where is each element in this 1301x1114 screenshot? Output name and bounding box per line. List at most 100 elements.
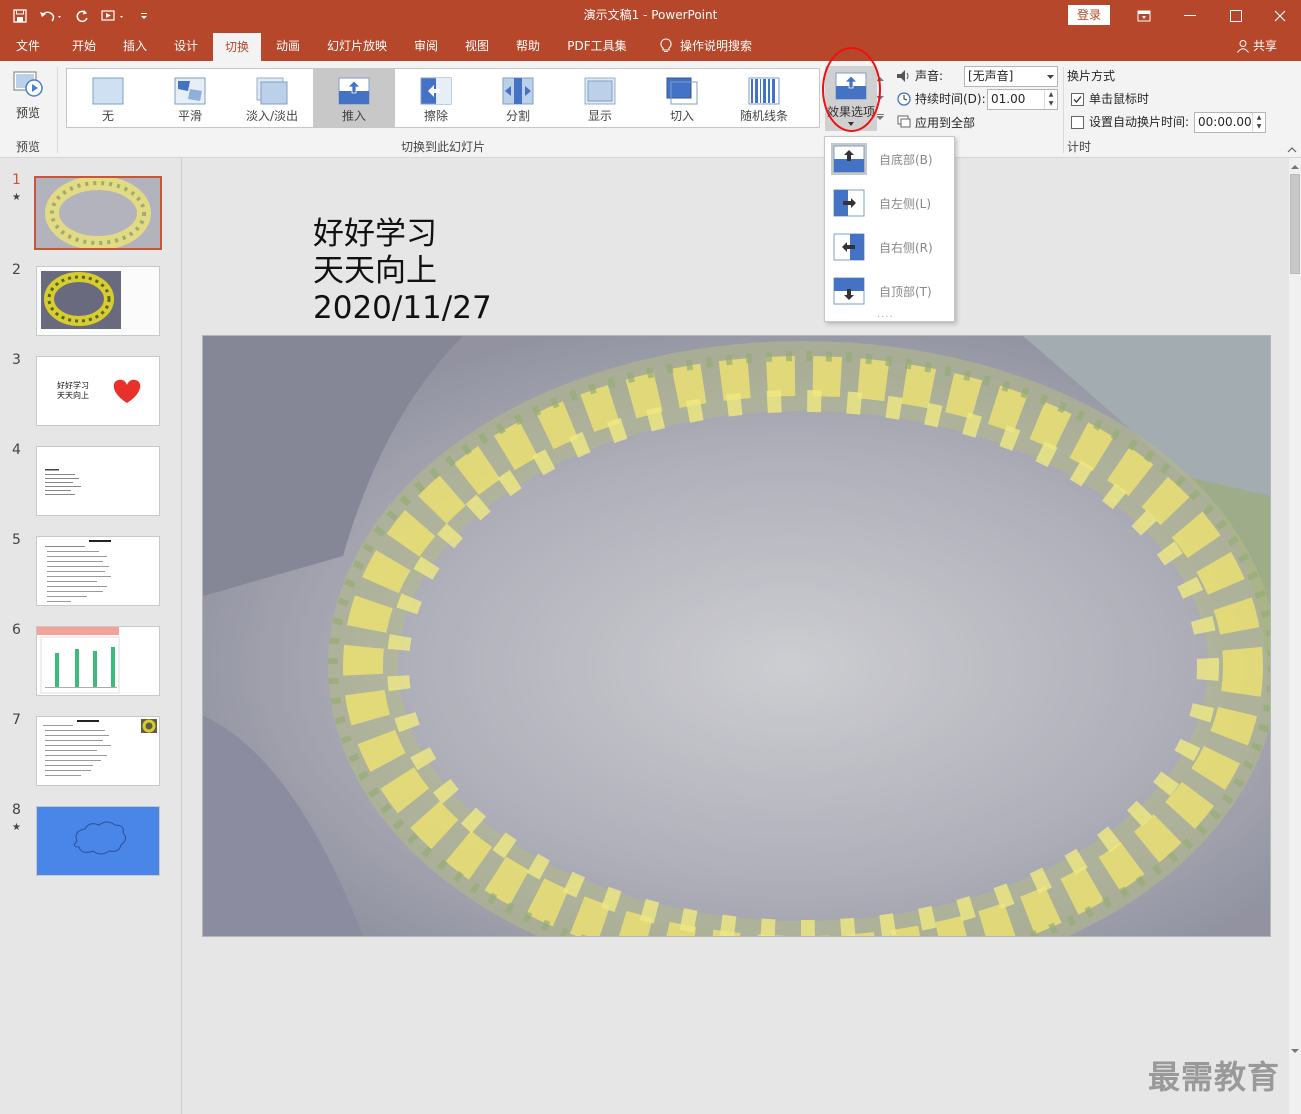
login-button[interactable]: 登录 [1068,5,1110,25]
slide-number: 1 [12,172,21,188]
redo-icon[interactable] [68,2,96,30]
scroll-down-icon[interactable] [1291,1048,1299,1054]
transitions-group-label: 切换到此幻灯片 [400,140,485,154]
vertical-scrollbar[interactable] [1289,158,1301,1114]
on-click-checkbox[interactable] [1071,93,1084,106]
text-with-photo-thumbnail [43,719,157,776]
sound-value: [无声音] [968,69,1014,83]
menu-more-indicator: .... [877,309,894,320]
preview-icon [13,71,43,97]
after-time-label: 设置自动换片时间: [1089,115,1190,129]
scroll-thumb[interactable] [1290,174,1300,274]
transition-fade[interactable]: 淡入/淡出 [231,69,313,127]
slide-photo[interactable] [202,335,1271,937]
transition-morph[interactable]: 平滑 [149,69,231,127]
tab-design[interactable]: 设计 [163,31,209,61]
tab-transitions[interactable]: 切换 [213,33,261,61]
apply-to-all-button[interactable]: 应用到全部 [915,113,975,133]
transition-none[interactable]: 无 [67,69,149,127]
transition-cut[interactable]: 切入 [641,69,723,127]
slide-thumbnail-2[interactable] [36,266,160,336]
checkmark-icon [1073,96,1082,103]
ribbon-display-options-icon[interactable] [1121,0,1167,31]
tab-insert[interactable]: 插入 [112,31,158,61]
slide-number: 7 [12,712,21,728]
scroll-up-icon[interactable] [1291,164,1299,170]
flower-wreath-image [203,336,1270,936]
apply-to-all-icon [897,115,911,128]
tell-me-search[interactable]: 操作说明搜索 [678,31,754,61]
maximize-icon[interactable] [1213,0,1259,31]
effect-from-bottom[interactable]: 自底部(B) [827,139,953,179]
text-lines-thumbnail [45,469,81,495]
transition-split[interactable]: 分割 [477,69,559,127]
thumbnail-text: 好好学习 天天向上 [57,381,89,400]
flower-photo-thumbnail [36,178,160,248]
slide-title-line-2: 天天向上 [313,253,437,289]
duration-input[interactable]: 01.00 ▲ ▼ [987,89,1058,110]
group-divider [57,67,58,153]
save-icon[interactable] [6,2,34,30]
slide-title-textbox[interactable]: 好好学习 天天向上 2020/11/27 [313,216,492,327]
slide-number: 6 [12,622,21,638]
after-time-input[interactable]: 00:00.00 ▲ ▼ [1194,112,1266,133]
preview-label: 预览 [15,106,40,120]
undo-icon[interactable] [34,2,68,30]
transition-wipe[interactable]: 擦除 [395,69,477,127]
transition-reveal[interactable]: 显示 [559,69,641,127]
slide-thumbnail-1[interactable] [34,176,162,250]
effect-options-menu: 自底部(B) 自左侧(L) 自右侧(R) 自顶部(T) .... [824,136,955,322]
after-time-spinner[interactable]: ▲ ▼ [1252,113,1265,132]
cut-transition-icon [666,77,698,105]
transition-random-bars[interactable]: 随机线条 [723,69,805,127]
cloud-shape-thumbnail [37,807,159,875]
preview-button[interactable]: 预览 [6,65,50,125]
tab-slideshow[interactable]: 幻灯片放映 [318,31,396,61]
transition-gallery: 无 平滑 淡入/淡出 推入 擦除 分割 显示 切入 随机线条 [66,68,884,128]
slide-thumbnail-3[interactable]: 好好学习 天天向上 [36,356,160,426]
duration-spinner[interactable]: ▲ ▼ [1044,90,1057,109]
on-click-label: 单击鼠标时 [1089,92,1150,106]
wipe-transition-icon [420,77,452,105]
tab-pdf-tools[interactable]: PDF工具集 [560,31,634,61]
slide-thumbnail-8[interactable] [36,806,160,876]
arrow-left-icon [833,233,865,261]
tab-view[interactable]: 视图 [454,31,500,61]
slide-thumbnail-6[interactable] [36,626,160,696]
slide-thumbnail-5[interactable] [36,536,160,606]
sound-select[interactable]: [无声音] [964,66,1058,87]
effect-from-top[interactable]: 自顶部(T) [827,271,953,311]
slide-thumbnail-4[interactable] [36,446,160,516]
tab-review[interactable]: 审阅 [403,31,449,61]
transition-star-icon: ★ [12,192,21,203]
ribbon-tabs: 文件 开始 插入 设计 切换 动画 幻灯片放映 审阅 视图 帮助 PDF工具集 … [0,31,1301,61]
tab-home[interactable]: 开始 [60,31,108,61]
arrow-up-icon [831,143,867,175]
slide-number: 2 [12,262,21,278]
slide-thumbnail-7[interactable] [36,716,160,786]
effect-from-left[interactable]: 自左侧(L) [827,183,953,223]
slide-number: 4 [12,442,21,458]
after-time-checkbox[interactable] [1071,116,1084,129]
morph-transition-icon [174,77,206,105]
collapse-ribbon-icon[interactable] [1287,147,1297,153]
fade-transition-icon [256,77,288,105]
close-icon[interactable] [1259,0,1301,31]
share-button[interactable]: 共享 [1236,31,1277,61]
transition-push[interactable]: 推入 [313,69,395,127]
start-from-beginning-icon[interactable] [96,2,130,30]
split-transition-icon [502,77,534,105]
lightbulb-icon[interactable] [652,31,680,61]
arrow-right-icon [833,189,865,217]
sound-label: 声音: [915,69,944,83]
tab-animations[interactable]: 动画 [265,31,311,61]
tab-help[interactable]: 帮助 [505,31,551,61]
customize-qat-icon[interactable] [130,2,158,30]
transition-star-icon: ★ [12,822,21,833]
person-icon [1237,40,1249,53]
tab-file[interactable]: 文件 [6,31,50,61]
speaker-icon [897,70,909,82]
slide-number: 8 [12,802,21,818]
minimize-icon[interactable] [1167,0,1213,31]
effect-from-right[interactable]: 自右侧(R) [827,227,953,267]
